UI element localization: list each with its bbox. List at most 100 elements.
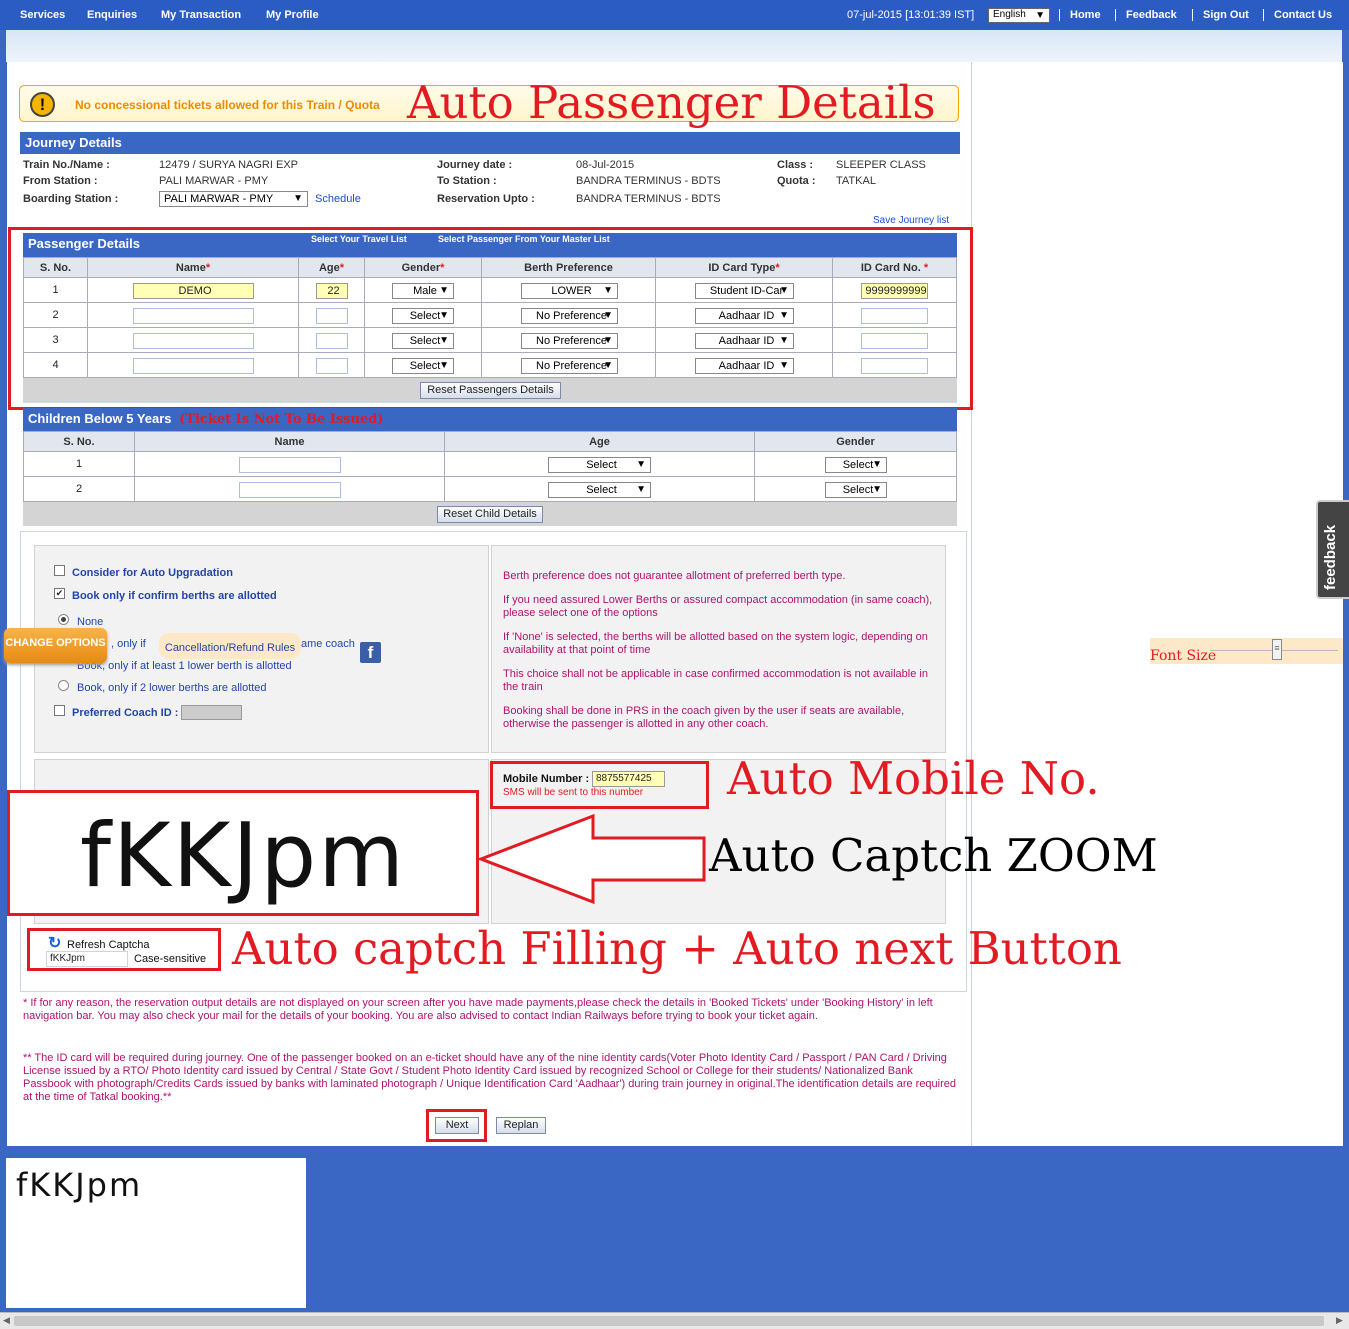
children-title: Children Below 5 Years — [28, 411, 172, 426]
annotation-auto-mobile: Auto Mobile No. — [727, 752, 1100, 805]
annotation-captcha-fill: Auto captch Filling + Auto next Button — [232, 922, 1122, 975]
nav-my-profile[interactable]: My Profile — [266, 9, 319, 21]
chevron-down-icon: ▼ — [636, 459, 646, 470]
child-name-input[interactable] — [239, 457, 341, 473]
boarding-station-select[interactable]: PALI MARWAR - PMY ▼ — [159, 191, 308, 207]
col-child-gender: Gender — [754, 431, 957, 452]
refresh-captcha-link[interactable]: Refresh Captcha — [67, 939, 150, 951]
captcha-readout-text: fKKJpm — [16, 1166, 143, 1204]
berth-note: Berth preference does not guarantee allo… — [503, 570, 846, 582]
font-size-slider-handle[interactable]: ≡ — [1272, 639, 1282, 660]
facebook-icon[interactable]: f — [360, 642, 381, 663]
captcha-readout-panel: fKKJpm — [6, 1158, 306, 1308]
reset-child-button[interactable]: Reset Child Details — [437, 506, 543, 523]
col-child-age: Age — [444, 431, 755, 452]
mobile-note: SMS will be sent to this number — [503, 787, 644, 798]
berth-note: If 'None' is selected, the berths will b… — [503, 631, 928, 656]
arrow-left-icon — [478, 813, 706, 905]
upto-value: BANDRA TERMINUS - BDTS — [576, 193, 721, 205]
feedback-tab[interactable]: feedback — [1316, 500, 1349, 599]
preferred-coach-checkbox[interactable] — [54, 705, 65, 716]
nav-enquiries[interactable]: Enquiries — [87, 9, 137, 21]
horizontal-scrollbar[interactable]: ◀ ▶ — [0, 1312, 1349, 1329]
captcha-image: fKKJpm — [7, 790, 479, 916]
two-lower-radio[interactable] — [58, 680, 69, 691]
none-radio[interactable] — [58, 614, 69, 625]
change-options-button[interactable]: CHANGE OPTIONS — [4, 628, 107, 663]
nav-contact-us[interactable]: Contact Us — [1263, 9, 1332, 21]
nav-my-transaction[interactable]: My Transaction — [161, 9, 241, 21]
auto-upgrade-checkbox[interactable] — [54, 565, 65, 576]
header-band — [6, 30, 1342, 62]
child-name-input[interactable] — [239, 482, 341, 498]
replan-button[interactable]: Replan — [496, 1117, 546, 1134]
mobile-label: Mobile Number : — [503, 773, 590, 785]
language-value: English — [993, 9, 1026, 20]
nav-sign-out[interactable]: Sign Out — [1192, 9, 1249, 21]
col-child-sno: S. No. — [23, 431, 135, 452]
quota-label: Quota : — [777, 175, 816, 187]
child-age-value: Select — [586, 459, 617, 471]
nav-services[interactable]: Services — [20, 9, 65, 21]
child-gender-value: Select — [842, 484, 874, 496]
upto-label: Reservation Upto : — [437, 193, 535, 205]
scrollbar-thumb[interactable] — [14, 1316, 1324, 1326]
save-journey-list-link[interactable]: Save Journey list — [873, 215, 949, 226]
child-gender-select[interactable]: Select ▼ — [825, 482, 887, 498]
scroll-left-icon[interactable]: ◀ — [3, 1315, 10, 1326]
confirm-berths-label: Book only if confirm berths are allotted — [72, 590, 277, 602]
children-table-header: S. No. Name Age Gender — [23, 431, 957, 452]
chevron-down-icon: ▼ — [872, 459, 882, 470]
nav-home[interactable]: Home — [1059, 9, 1101, 21]
scroll-right-icon[interactable]: ▶ — [1336, 1315, 1343, 1326]
class-value: SLEEPER CLASS — [836, 159, 926, 171]
language-select[interactable]: English ▼ — [988, 8, 1050, 23]
auto-upgrade-label: Consider for Auto Upgradation — [72, 567, 233, 579]
child-gender-value: Select — [842, 459, 874, 471]
next-button[interactable]: Next — [435, 1117, 479, 1134]
child-age-select[interactable]: Select ▼ — [548, 482, 651, 498]
confirm-berths-checkbox[interactable]: ✔ — [54, 588, 65, 599]
to-value: BANDRA TERMINUS - BDTS — [576, 175, 721, 187]
font-size-widget: Font Size ≡ — [1150, 638, 1343, 664]
child-age-cell: Select ▼ — [444, 476, 755, 502]
captcha-text: fKKJpm — [80, 804, 406, 907]
main-content: ! No concessional tickets allowed for th… — [4, 62, 1158, 1146]
journey-details-header: Journey Details — [20, 132, 960, 154]
child-age-select[interactable]: Select ▼ — [548, 457, 651, 473]
nav-feedback[interactable]: Feedback — [1115, 9, 1177, 21]
row-sno: 2 — [23, 476, 135, 502]
two-lower-label: Book, only if 2 lower berths are allotte… — [77, 682, 267, 694]
from-value: PALI MARWAR - PMY — [159, 175, 269, 187]
child-name-cell — [134, 476, 445, 502]
feedback-tab-label: feedback — [1322, 524, 1339, 590]
preferred-coach-input[interactable] — [181, 705, 242, 720]
berth-note: This choice shall not be applicable in c… — [503, 668, 928, 693]
chevron-down-icon: ▼ — [872, 484, 882, 495]
font-size-label: Font Size — [1150, 648, 1217, 664]
child-gender-cell: Select ▼ — [754, 451, 957, 477]
class-label: Class : — [777, 159, 814, 171]
from-label: From Station : — [23, 175, 98, 187]
children-header: Children Below 5 Years (Ticket Is Not To… — [23, 408, 957, 432]
server-datetime: 07-jul-2015 [13:01:39 IST] — [847, 9, 975, 21]
refund-rules-link[interactable]: Cancellation/Refund Rules — [159, 633, 301, 659]
berth-note: Booking shall be done in PRS in the coac… — [503, 705, 905, 730]
child-gender-select[interactable]: Select ▼ — [825, 457, 887, 473]
child-name-cell — [134, 451, 445, 477]
schedule-link[interactable]: Schedule — [315, 193, 361, 205]
table-row: 1 Select ▼ Select ▼ — [23, 451, 957, 477]
mobile-input[interactable]: 8875577425 — [592, 771, 665, 787]
chevron-down-icon: ▼ — [293, 193, 303, 204]
same-coach-label-tail: ame coach — [301, 638, 355, 650]
case-sensitive-label: Case-sensitive — [134, 953, 207, 965]
annotation-auto-passenger: Auto Passenger Details — [407, 76, 936, 129]
children-table: S. No. Name Age Gender 1 Select ▼ Select ▼… — [23, 431, 957, 502]
captcha-input[interactable]: fKKJpm — [46, 951, 128, 967]
col-child-name: Name — [134, 431, 445, 452]
train-value: 12479 / SURYA NAGRI EXP — [159, 159, 298, 171]
refresh-icon[interactable]: ↻ — [48, 933, 61, 953]
none-label: None — [77, 616, 104, 628]
same-coach-label: , only if — [111, 638, 146, 650]
children-note: (Ticket Is Not To Be Issued) — [179, 412, 384, 427]
